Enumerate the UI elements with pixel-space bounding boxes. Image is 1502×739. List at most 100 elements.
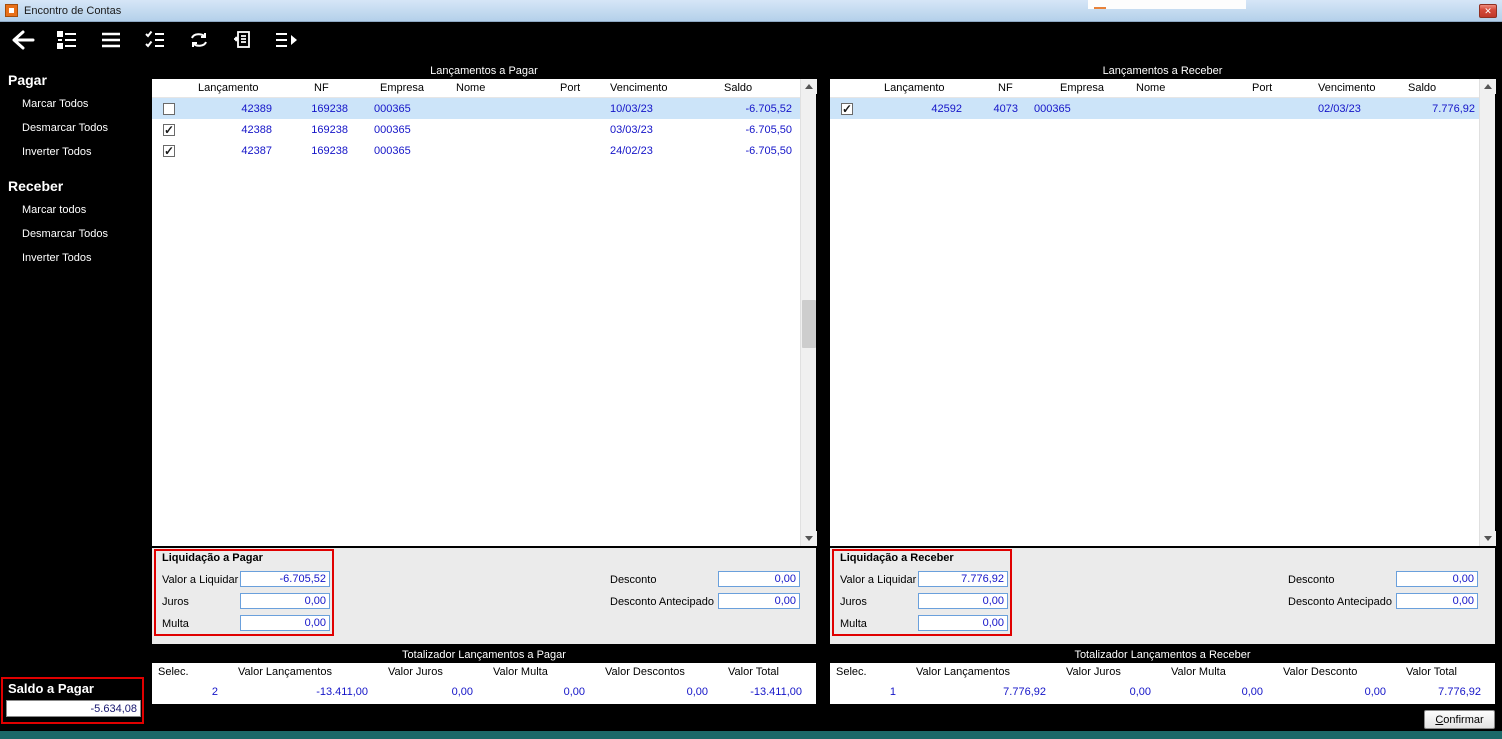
tot-val-valor-total: -13.411,00 — [750, 686, 802, 698]
receber-col-lancamento[interactable]: Lançamento — [864, 82, 970, 94]
scroll-up-icon[interactable] — [801, 79, 817, 94]
tot-col-valor-total: Valor Total — [1406, 665, 1457, 678]
totalizador-pagar-values: 2 -13.411,00 0,00 0,00 0,00 -13.411,00 — [152, 680, 816, 704]
pagar-col-saldo[interactable]: Saldo — [700, 82, 800, 94]
sidebar-item-receber-inverter-todos[interactable]: Inverter Todos — [0, 246, 150, 270]
saldo-a-pagar-label: Saldo a Pagar — [8, 681, 94, 696]
totalizador-receber-values: 1 7.776,92 0,00 0,00 0,00 7.776,92 — [830, 680, 1495, 704]
receber-col-saldo[interactable]: Saldo — [1398, 82, 1479, 94]
scroll-up-icon[interactable] — [1480, 79, 1496, 94]
pagar-col-lancamento[interactable]: Lançamento — [186, 82, 280, 94]
receber-table: Lançamento NF Empresa Nome Port Vencimen… — [830, 79, 1479, 546]
confirmar-button[interactable]: Confirmar — [1424, 710, 1495, 729]
sidebar-item-pagar-marcar-todos[interactable]: Marcar Todos — [0, 92, 150, 116]
tot-val-valor-multa: 0,00 — [563, 686, 585, 698]
back-icon[interactable] — [8, 26, 38, 54]
desconto-antecipado-input[interactable] — [1396, 593, 1478, 609]
receber-col-vencimento[interactable]: Vencimento — [1300, 82, 1398, 94]
copy-document-icon[interactable] — [228, 26, 258, 54]
saldo-a-pagar-value[interactable] — [6, 700, 141, 717]
sidebar-item-pagar-inverter-todos[interactable]: Inverter Todos — [0, 140, 150, 164]
cell-lancamento: 42592 — [931, 102, 962, 115]
tot-col-valor-lancamentos: Valor Lançamentos — [238, 665, 332, 678]
cell-nf: 169238 — [311, 123, 348, 136]
background-window-artifact-accent — [1094, 7, 1106, 9]
table-row[interactable]: 42389 169238 000365 10/03/23 -6.705,52 — [152, 98, 800, 119]
tot-val-valor-juros: 0,00 — [1129, 686, 1151, 698]
tot-col-valor-juros: Valor Juros — [1066, 665, 1121, 678]
receber-col-nome[interactable]: Nome — [1120, 82, 1240, 94]
desconto-label: Desconto — [610, 574, 657, 586]
cell-empresa: 000365 — [374, 144, 411, 157]
close-icon[interactable] — [1479, 4, 1497, 18]
scroll-down-icon[interactable] — [801, 531, 817, 546]
row-checkbox[interactable] — [163, 102, 175, 115]
receber-col-empresa[interactable]: Empresa — [1026, 82, 1120, 94]
mark-all-list-icon[interactable] — [52, 26, 82, 54]
pagar-col-nf[interactable]: NF — [280, 82, 356, 94]
cell-nf: 4073 — [993, 102, 1018, 115]
title-bar: Encontro de Contas — [0, 0, 1502, 22]
menu-list-icon[interactable] — [96, 26, 126, 54]
sidebar-heading-pagar: Pagar — [8, 72, 47, 88]
receber-col-port[interactable]: Port — [1240, 82, 1300, 94]
tot-col-selec: Selec. — [836, 665, 867, 678]
pagar-col-port[interactable]: Port — [560, 82, 605, 94]
tot-val-valor-lancamentos: 7.776,92 — [1003, 686, 1046, 698]
tot-col-valor-juros: Valor Juros — [388, 665, 443, 678]
desconto-antecipado-input[interactable] — [718, 593, 800, 609]
pagar-table-header: Lançamento NF Empresa Nome Port Vencimen… — [152, 79, 800, 98]
receber-col-nf[interactable]: NF — [970, 82, 1026, 94]
liquidacao-pagar-highlight — [154, 549, 334, 636]
scroll-down-icon[interactable] — [1480, 531, 1496, 546]
sidebar-item-pagar-desmarcar-todos[interactable]: Desmarcar Todos — [0, 116, 150, 140]
cell-nf: 169238 — [311, 144, 348, 157]
window-title: Encontro de Contas — [24, 4, 122, 17]
desconto-input[interactable] — [1396, 571, 1478, 587]
receber-scrollbar[interactable] — [1479, 79, 1496, 546]
desconto-input[interactable] — [718, 571, 800, 587]
table-row[interactable]: 42592 4073 000365 02/03/23 7.776,92 — [830, 98, 1479, 119]
refresh-icon[interactable] — [184, 26, 214, 54]
app-icon — [5, 4, 18, 17]
tot-val-valor-juros: 0,00 — [451, 686, 473, 698]
send-to-list-icon[interactable] — [272, 26, 302, 54]
cell-vencimento: 02/03/23 — [1318, 102, 1361, 115]
pagar-col-nome[interactable]: Nome — [450, 82, 560, 94]
cell-nf: 169238 — [311, 102, 348, 115]
encontro-de-contas-window: Encontro de Contas Pagar Marcar Todos De — [0, 0, 1502, 739]
pagar-col-vencimento[interactable]: Vencimento — [605, 82, 700, 94]
pagar-scrollbar[interactable] — [800, 79, 817, 546]
background-window-artifact — [1088, 0, 1246, 9]
table-row[interactable]: 42388 169238 000365 03/03/23 -6.705,50 — [152, 119, 800, 140]
sidebar-item-receber-desmarcar-todos[interactable]: Desmarcar Todos — [0, 222, 150, 246]
tot-col-selec: Selec. — [158, 665, 189, 678]
tot-col-valor-multa: Valor Multa — [1171, 665, 1226, 678]
totalizador-pagar-title: Totalizador Lançamentos a Pagar — [152, 648, 816, 663]
pagar-panel-title: Lançamentos a Pagar — [152, 64, 816, 79]
tot-val-selec: 2 — [211, 686, 218, 698]
row-checkbox[interactable] — [841, 102, 853, 115]
cell-empresa: 000365 — [374, 102, 411, 115]
table-row[interactable]: 42387 169238 000365 24/02/23 -6.705,50 — [152, 140, 800, 161]
scrollbar-thumb[interactable] — [802, 300, 816, 348]
cell-lancamento: 42389 — [241, 102, 272, 115]
tot-val-valor-lancamentos: -13.411,00 — [316, 686, 368, 698]
row-checkbox[interactable] — [163, 123, 175, 136]
pagar-col-empresa[interactable]: Empresa — [356, 82, 450, 94]
checked-list-icon[interactable] — [140, 26, 170, 54]
tot-val-valor-descontos: 0,00 — [686, 686, 708, 698]
tot-col-valor-total: Valor Total — [728, 665, 779, 678]
cell-vencimento: 10/03/23 — [610, 102, 653, 115]
row-checkbox[interactable] — [163, 144, 175, 157]
totalizador-receber-header: Selec. Valor Lançamentos Valor Juros Val… — [830, 663, 1495, 680]
status-bar — [0, 731, 1502, 739]
cell-empresa: 000365 — [1034, 102, 1071, 115]
tot-val-valor-desconto: 0,00 — [1364, 686, 1386, 698]
sidebar-item-receber-marcar-todos[interactable]: Marcar todos — [0, 198, 150, 222]
desconto-antecipado-label: Desconto Antecipado — [1288, 596, 1392, 608]
tot-col-valor-descontos: Valor Descontos — [605, 665, 685, 678]
tot-col-valor-desconto: Valor Desconto — [1283, 665, 1358, 678]
cell-saldo: -6.705,50 — [745, 144, 792, 157]
cell-saldo: 7.776,92 — [1432, 102, 1475, 115]
